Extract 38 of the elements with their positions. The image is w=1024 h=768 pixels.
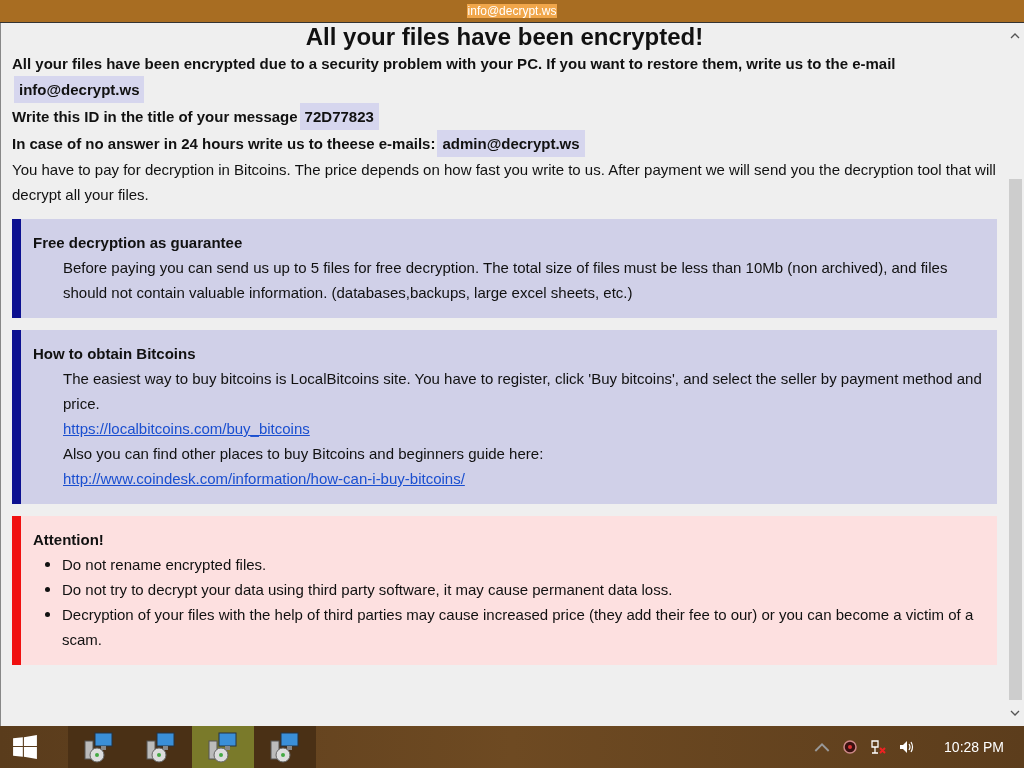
bullet-icon [45, 612, 50, 617]
link[interactable]: https://localbitcoins.com/buy_bitcoins [63, 420, 310, 437]
installer-icon [145, 731, 177, 763]
intro-text: All your files have been encrypted due to a security problem with your PC. If you want to restore them, write us to the e-mail [12, 54, 896, 74]
highlighted-value: 72D77823 [299, 103, 379, 130]
scrollbar-thumb[interactable] [1008, 179, 1022, 700]
installer-icon [207, 731, 239, 763]
clock[interactable]: 10:28 PM [944, 739, 1004, 755]
highlighted-value: admin@decrypt.ws [437, 130, 585, 157]
intro-text: In case of no answer in 24 hours write us to theese e-mails: [12, 134, 436, 154]
intro-paragraph: You have to pay for decryption in Bitcoins. The price depends on how fast you write to us. After payment we will send you the decryption tool that will decrypt all your files. [12, 160, 997, 205]
windows-logo-icon[interactable] [12, 734, 38, 760]
list-item-text: Do not rename encrypted files. [62, 555, 267, 575]
taskbar-app[interactable] [254, 726, 316, 768]
bullet-icon [45, 562, 50, 567]
installer-icon [83, 731, 115, 763]
panel-title: Free decryption as guarantee [33, 233, 244, 253]
bullet-icon [45, 587, 50, 592]
panel-title: Attention! [33, 530, 105, 550]
scroll-up-icon[interactable] [1010, 33, 1020, 39]
list-item-text: Decryption of your files with the help of third parties may cause increased price (they add their fee to our) or you can become a victim of a scam. [62, 605, 975, 650]
panel-paragraph: Also you can find other places to buy Bitcoins and beginners guide here: [62, 444, 545, 464]
page-heading: All your files have been encrypted! [304, 23, 705, 51]
taskbar-app[interactable] [192, 726, 254, 768]
installer-icon [269, 731, 301, 763]
link[interactable]: http://www.coindesk.com/information/how-can-i-buy-bitcoins/ [63, 470, 465, 487]
intro-text: Write this ID in the title of your message [12, 107, 298, 127]
panel-title: How to obtain Bitcoins [33, 344, 197, 364]
scroll-down-icon[interactable] [1010, 710, 1020, 716]
panel-paragraph: Before paying you can send us up to 5 files for free decryption. The total size of files must be less than 10Mb (non archived), and files should not contain valuable information. (databases,backups, large excel sheets, etc.) [62, 258, 949, 303]
list-item-text: Do not try to decrypt your data using third party software, it may cause permanent data loss. [62, 580, 673, 600]
panel-paragraph: The easiest way to buy bitcoins is LocalBitcoins site. You have to register, click 'Buy bitcoins', and select the seller by payment method and price. [62, 369, 983, 414]
window-title: info@decrypt.ws [466, 4, 558, 18]
taskbar-app[interactable] [68, 726, 130, 768]
network-error-icon[interactable] [870, 739, 887, 755]
highlighted-value: info@decrypt.ws [14, 76, 145, 103]
taskbar-app[interactable] [130, 726, 192, 768]
speaker-icon[interactable] [898, 739, 915, 755]
